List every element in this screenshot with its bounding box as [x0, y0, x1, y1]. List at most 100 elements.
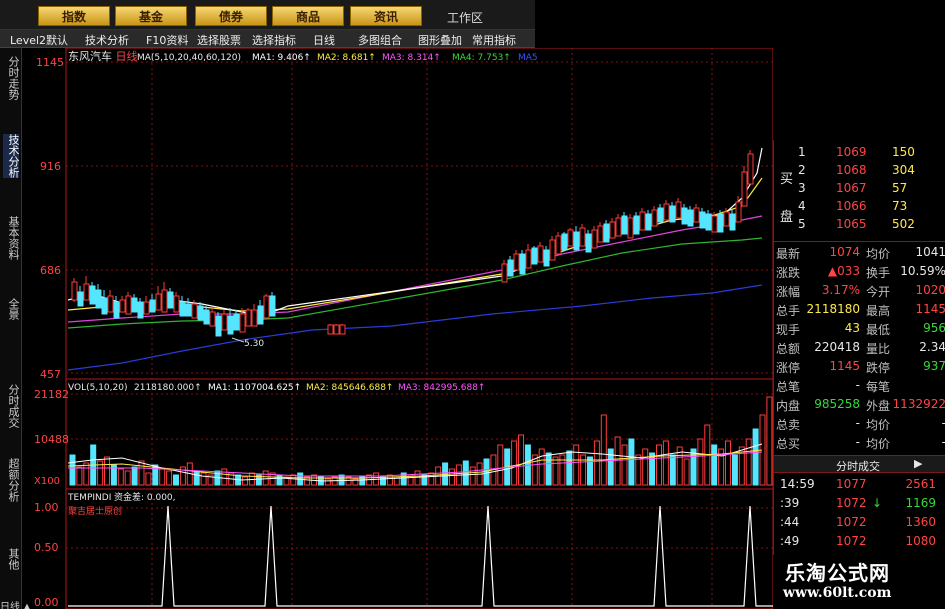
- ma1-value: MA1: 9.406↑: [252, 53, 311, 63]
- volume-bar: [621, 444, 628, 486]
- menu-bond-button[interactable]: 债券: [195, 6, 267, 26]
- menu-commodity-button[interactable]: 商品: [272, 6, 344, 26]
- tick-direction-icon: ↓: [872, 496, 883, 510]
- candle-body: [705, 213, 712, 231]
- order-book-row[interactable]: 4 1066 73: [774, 198, 945, 216]
- toolbar-level2[interactable]: Level2默认: [10, 32, 68, 48]
- toolbar-daily[interactable]: 日线: [313, 32, 335, 48]
- toolbar-f10[interactable]: F10资料: [146, 32, 188, 48]
- candle-body: [735, 201, 742, 223]
- toolbar-select-indicator[interactable]: 选择指标: [252, 32, 296, 48]
- quote-row: 总卖 - 均价 -: [774, 415, 945, 433]
- tick-header[interactable]: 分时成交 ▶: [774, 455, 945, 473]
- order-price: 1067: [836, 181, 867, 195]
- volume-bar: [600, 414, 607, 486]
- candle-body: [723, 211, 730, 227]
- quote-label: 现手: [776, 323, 801, 337]
- tab-intraday[interactable]: 分时走势: [3, 56, 20, 100]
- toolbar-common-indicator[interactable]: 常用指标: [472, 32, 516, 48]
- toolbar-overlay[interactable]: 图形叠加: [418, 32, 462, 48]
- candle-body: [203, 309, 210, 325]
- candle-body: [333, 324, 340, 335]
- candle-body: [215, 315, 222, 337]
- tick-time: :44: [780, 515, 800, 529]
- order-book-row[interactable]: 3 1067 57: [774, 180, 945, 198]
- quote-label-2: 跌停: [866, 361, 891, 375]
- candle-body: [657, 207, 664, 223]
- volume-bar: [469, 466, 476, 486]
- volume-bar: [138, 460, 145, 486]
- toolbar-multi-chart[interactable]: 多图组合: [358, 32, 402, 48]
- volume-bar: [738, 446, 745, 486]
- quote-label-2: 最低: [866, 323, 891, 337]
- quote-value: 1074: [829, 245, 860, 259]
- candle-body: [651, 209, 658, 227]
- quote-panel: 买 盘 1 1069 150 2 1068 304 3 1067 57 4 1066 …: [773, 140, 945, 609]
- order-volume: 502: [892, 217, 915, 231]
- order-book-row[interactable]: 1 1069 150: [774, 144, 945, 162]
- candle-body: [263, 295, 270, 319]
- quote-label: 内盘: [776, 399, 801, 413]
- quote-row: 现手 43 最低 956: [774, 320, 945, 338]
- ma5-value: MA5: [518, 53, 538, 63]
- menu-news-button[interactable]: 资讯: [350, 6, 422, 26]
- menu-index-button[interactable]: 指数: [38, 6, 110, 26]
- volume-value: 2118180.000↑: [134, 383, 202, 393]
- quote-value-2: 1132922: [892, 397, 945, 411]
- order-level: 3: [798, 181, 806, 195]
- candle-body: [585, 233, 592, 253]
- tab-tick-detail[interactable]: 分时成交: [3, 384, 20, 428]
- order-book-row[interactable]: 2 1068 304: [774, 162, 945, 180]
- candle-body: [525, 249, 532, 269]
- volume-bar: [697, 438, 704, 486]
- candle-body: [531, 247, 538, 265]
- indicator-ytick: 1.00: [34, 501, 59, 514]
- quote-label: 总额: [776, 342, 801, 356]
- toolbar-technical[interactable]: 技术分析: [85, 32, 129, 48]
- candle-body: [239, 313, 246, 333]
- quote-row: 总额 220418 量比 2.34: [774, 339, 945, 357]
- quote-row: 总笔 - 每笔: [774, 377, 945, 395]
- workspace-button[interactable]: 工作区: [447, 9, 483, 26]
- tab-fundamentals[interactable]: 基本资料: [3, 216, 20, 260]
- toolbar-select-stock[interactable]: 选择股票: [197, 32, 241, 48]
- candle-body: [603, 223, 610, 243]
- quote-value: 1145: [829, 359, 860, 373]
- tab-technical-analysis[interactable]: 技术分析: [3, 134, 20, 178]
- tick-price: 1072: [836, 496, 867, 510]
- candle-body: [573, 231, 580, 251]
- tick-volume: 1360: [905, 515, 936, 529]
- candle-body: [747, 153, 754, 185]
- quote-value-2: 1145: [915, 302, 945, 316]
- tab-excess-analysis[interactable]: 超额分析: [3, 458, 20, 502]
- candle-body: [107, 295, 114, 313]
- top-menu-bar: 指数 基金 债券 商品 资讯 工作区: [0, 0, 535, 30]
- quote-label: 涨幅: [776, 285, 801, 299]
- volume-bar: [614, 436, 621, 486]
- quote-label: 总笔: [776, 380, 801, 394]
- candle-body: [597, 225, 604, 243]
- menu-fund-button[interactable]: 基金: [115, 6, 187, 26]
- tab-panorama[interactable]: 全景: [3, 298, 20, 320]
- volume-bar: [731, 454, 738, 486]
- watermark: 乐淘公式网 www.60lt.com: [773, 555, 945, 609]
- tick-volume: 2561: [905, 477, 936, 491]
- order-price: 1066: [836, 199, 867, 213]
- tick-time: 14:59: [780, 477, 815, 491]
- order-price: 1065: [836, 217, 867, 231]
- tab-other[interactable]: 其他: [3, 548, 20, 570]
- volume-bar: [276, 474, 283, 486]
- candle-body: [513, 253, 520, 271]
- candle-body: [741, 171, 748, 207]
- volume-ytick: X100: [34, 476, 60, 487]
- quote-value: ▲033: [827, 264, 860, 278]
- stock-chart[interactable]: 1145 916 686 457 21182 10488 X100 1.00 0…: [22, 48, 773, 609]
- tick-volume: 1169: [905, 496, 936, 510]
- quote-row: 总手 2118180 最高 1145: [774, 301, 945, 319]
- order-book-row[interactable]: 5 1065 502: [774, 216, 945, 234]
- volume-ytick: 10488: [34, 433, 69, 446]
- ma1-line: [67, 147, 763, 317]
- toolbar: Level2默认 技术分析 F10资料 选择股票 选择指标 日线 多图组合 图形…: [0, 30, 535, 48]
- tick-expand-icon[interactable]: ▶: [914, 457, 922, 470]
- candle-body: [245, 309, 252, 327]
